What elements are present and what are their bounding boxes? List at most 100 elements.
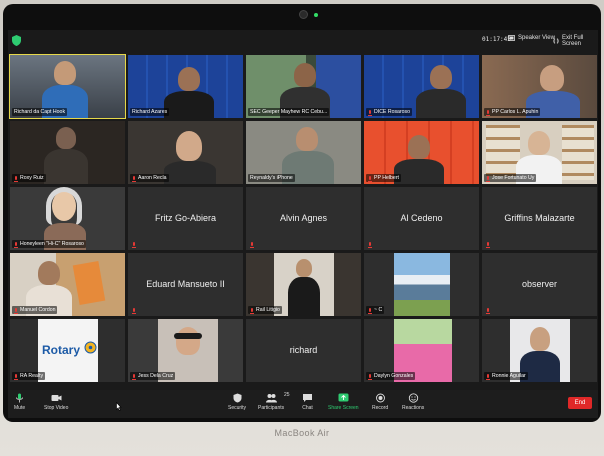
participant-name-label: Ronnie Aguilar xyxy=(484,372,528,380)
participant-head xyxy=(530,327,550,351)
video-tile-no-video[interactable]: richard xyxy=(246,319,361,382)
gallery-grid: Richard da Capt Hook Richard Azares SEC … xyxy=(9,54,597,388)
mute-button[interactable]: Mute xyxy=(14,393,25,411)
video-tile[interactable]: Roxy Ruiz xyxy=(10,121,125,184)
video-tile[interactable]: Richard da Capt Hook xyxy=(9,54,126,119)
muted-mic-icon xyxy=(132,373,136,380)
participant-name-label: Reynaldy's iPhone xyxy=(248,174,295,182)
video-tile[interactable]: Rotary RA Realty xyxy=(10,319,125,382)
muted-mic-icon xyxy=(368,242,372,248)
video-tile[interactable]: PP Carlos L. Apuhin xyxy=(482,55,597,118)
participants-icon xyxy=(265,394,277,403)
video-tile[interactable]: Jose Fortunato Uy xyxy=(482,121,597,184)
participant-name-label: PP Carlos L. Apuhin xyxy=(484,108,541,116)
participant-name-label xyxy=(248,241,256,248)
participant-name-label: Manuel Cordon xyxy=(12,306,58,314)
participant-name-label: Rail Litigio xyxy=(248,306,282,314)
muted-mic-icon xyxy=(14,241,18,248)
mute-label: Mute xyxy=(14,405,26,411)
speaker-view-button[interactable]: Speaker View xyxy=(508,35,555,41)
muted-mic-icon xyxy=(368,175,372,182)
video-tile[interactable]: Manuel Cordon xyxy=(10,253,125,316)
security-button[interactable]: Security xyxy=(228,393,246,411)
exit-fullscreen-button[interactable]: Exit Full Screen xyxy=(553,35,598,47)
record-icon xyxy=(375,393,385,403)
video-tile[interactable]: Honeyleen "Hi-C" Rosaroso xyxy=(10,187,125,250)
muted-mic-icon xyxy=(14,175,18,182)
participant-name-label: Jose Fortunato Uy xyxy=(484,174,537,182)
participant-display-name: observer xyxy=(521,279,557,289)
participant-name-label: Richard da Capt Hook xyxy=(12,108,68,116)
muted-mic-icon xyxy=(368,109,372,116)
chat-button[interactable]: Chat xyxy=(302,393,313,411)
video-tile[interactable]: ~ C xyxy=(364,253,479,316)
participants-button[interactable]: Participants xyxy=(258,393,284,411)
laptop-brand-label: MacBook Air xyxy=(274,428,330,438)
participant-head xyxy=(176,131,202,161)
mountain-photo xyxy=(394,253,450,316)
participant-head xyxy=(54,61,76,85)
chat-label: Chat xyxy=(302,405,313,411)
muted-mic-icon xyxy=(368,307,372,314)
webcam-led xyxy=(314,13,318,17)
muted-mic-icon xyxy=(486,175,490,182)
participant-name-label: Honeyleen "Hi-C" Rosaroso xyxy=(12,240,86,248)
participant-body xyxy=(164,161,216,184)
participant-name-label: SEC Geeper Mayhew RC Cebu... xyxy=(248,108,330,116)
participant-head xyxy=(294,63,316,87)
bookshelf xyxy=(486,125,520,180)
video-tile-no-video[interactable]: Alvin Agnes xyxy=(246,187,361,250)
video-tile[interactable]: Jess Dela Cruz xyxy=(128,319,243,382)
zoom-window: 01:17:45 Speaker View Exit Full Screen R… xyxy=(8,30,598,418)
record-button[interactable]: Record xyxy=(372,393,388,411)
participant-display-name: Al Cedeno xyxy=(400,213,443,223)
participant-name-label: Daylyn Gonzales xyxy=(366,372,416,380)
participant-head xyxy=(408,135,430,159)
video-tile-no-video[interactable]: Griffins Malazarte xyxy=(482,187,597,250)
video-tile-no-video[interactable]: Eduard Mansueto II xyxy=(128,253,243,316)
muted-mic-icon xyxy=(486,242,490,248)
video-tile[interactable]: Richard Azares xyxy=(128,55,243,118)
participant-name-label xyxy=(366,241,374,248)
muted-mic-icon xyxy=(250,307,254,314)
stop-video-button[interactable]: Stop Video xyxy=(44,393,68,411)
video-tile[interactable]: SEC Geeper Mayhew RC Cebu... xyxy=(246,55,361,118)
bookshelf xyxy=(562,125,594,180)
meeting-timer: 01:17:45 xyxy=(482,36,511,43)
share-screen-button[interactable]: Share Screen xyxy=(328,393,359,411)
participant-body xyxy=(288,277,320,316)
participant-head xyxy=(178,67,200,91)
muted-mic-icon xyxy=(132,308,136,314)
video-tile-no-video[interactable]: observer xyxy=(482,253,597,316)
video-tile[interactable]: Reynaldy's iPhone xyxy=(246,121,361,184)
share-screen-icon xyxy=(338,393,349,402)
video-tile[interactable]: Aaron Recla xyxy=(128,121,243,184)
participant-name-label: Aaron Recla xyxy=(130,174,169,182)
participant-display-name: Fritz Go-Abiera xyxy=(154,213,216,223)
video-tile[interactable]: PP Helbert xyxy=(364,121,479,184)
video-tile[interactable]: DICE Rosaroso xyxy=(364,55,479,118)
video-tile-no-video[interactable]: Al Cedeno xyxy=(364,187,479,250)
participant-head xyxy=(176,327,200,355)
speaker-view-icon xyxy=(508,35,515,41)
participant-display-name: Alvin Agnes xyxy=(279,213,328,223)
laptop: 01:17:45 Speaker View Exit Full Screen R… xyxy=(0,0,604,456)
video-tile[interactable]: Rail Litigio xyxy=(246,253,361,316)
encryption-shield-icon[interactable] xyxy=(12,35,21,46)
rotary-wheel-icon xyxy=(84,341,97,354)
muted-mic-icon xyxy=(486,109,490,116)
participants-label: Participants xyxy=(258,405,285,411)
participant-head xyxy=(296,127,318,151)
reactions-button[interactable]: Reactions xyxy=(402,393,424,411)
end-meeting-button[interactable]: End xyxy=(568,397,592,409)
chat-bubble-icon xyxy=(303,394,312,402)
video-tile-no-video[interactable]: Fritz Go-Abiera xyxy=(128,187,243,250)
video-tile[interactable]: Ronnie Aguilar xyxy=(482,319,597,382)
participant-name-label xyxy=(484,241,492,248)
stop-video-label: Stop Video xyxy=(44,405,69,411)
participant-name-label: PP Helbert xyxy=(366,174,401,182)
mouse-cursor-icon xyxy=(116,402,122,411)
muted-mic-icon xyxy=(250,242,254,248)
video-tile[interactable]: Daylyn Gonzales xyxy=(364,319,479,382)
participant-head xyxy=(528,131,550,155)
